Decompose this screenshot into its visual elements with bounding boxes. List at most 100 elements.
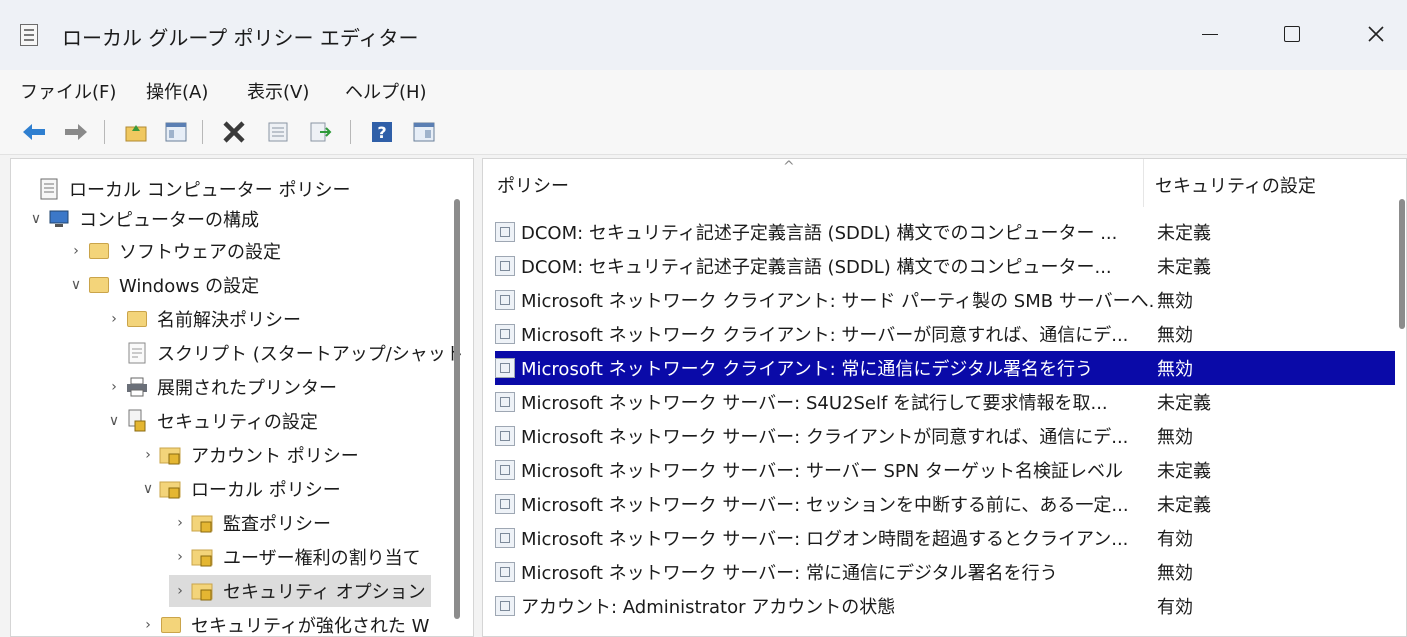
maximize-button[interactable] [1262, 12, 1322, 56]
policy-name: アカウント: Administrator アカウントの状態 [521, 597, 896, 618]
tree-item-label: セキュリティ オプション [223, 582, 426, 603]
chevron-right-icon[interactable]: › [169, 583, 191, 599]
chevron-right-icon[interactable]: › [65, 243, 87, 259]
policy-name: Microsoft ネットワーク サーバー: ログオン時間を超過するとクライアン… [521, 529, 1129, 550]
tree-item-label: コンピューターの構成 [79, 210, 259, 231]
chevron-right-icon[interactable]: › [103, 311, 125, 327]
policy-item-icon [495, 392, 515, 412]
table-row[interactable]: アカウント: Administrator アカウントの状態 有効 [495, 589, 1395, 623]
security-folder-icon [159, 478, 183, 500]
policy-setting: 未定義 [1157, 223, 1211, 244]
policy-item-icon [495, 562, 515, 582]
forward-button[interactable] [62, 118, 90, 146]
help-button[interactable]: ? [368, 118, 396, 146]
table-row-selected[interactable]: Microsoft ネットワーク クライアント: 常に通信にデジタル署名を行う … [495, 351, 1395, 385]
security-folder-icon [159, 444, 183, 466]
chevron-right-icon[interactable]: › [137, 617, 159, 633]
tree-item-label: 展開されたプリンター [157, 378, 337, 399]
tree-item-local-policy[interactable]: ∨ ローカル ポリシー [137, 473, 341, 505]
policy-item-icon [495, 596, 515, 616]
chevron-down-icon[interactable]: ∨ [103, 413, 125, 429]
table-row[interactable]: Microsoft ネットワーク サーバー: 常に通信にデジタル署名を行う 無効 [495, 555, 1395, 589]
export-list-button[interactable] [306, 118, 334, 146]
column-header-policy[interactable]: ポリシー [497, 165, 1137, 205]
policy-item-icon [495, 460, 515, 480]
show-hide-tree-button[interactable] [162, 118, 190, 146]
tree-item-scripts[interactable]: スクリプト (スタートアップ/シャット [103, 337, 464, 369]
extended-view-button[interactable] [410, 118, 438, 146]
policy-item-icon [495, 426, 515, 446]
tree-pane: ローカル コンピューター ポリシー ∨ コンピューターの構成 › ソフトウェアの… [10, 158, 474, 637]
extended-view-icon [413, 122, 435, 142]
maximize-icon [1284, 26, 1300, 42]
minimize-button[interactable] [1180, 12, 1240, 56]
policy-setting: 無効 [1157, 325, 1193, 346]
properties-button[interactable] [264, 118, 292, 146]
tree-item-windows-settings[interactable]: ∨ Windows の設定 [65, 269, 259, 301]
table-row[interactable]: Microsoft ネットワーク サーバー: クライアントが同意すれば、通信にデ… [495, 419, 1395, 453]
policy-setting: 無効 [1157, 563, 1193, 584]
policy-name: Microsoft ネットワーク サーバー: サーバー SPN ターゲット名検証… [521, 461, 1123, 482]
tree-item-audit-policy[interactable]: › 監査ポリシー [169, 507, 331, 539]
chevron-down-icon[interactable]: ∨ [137, 481, 159, 497]
tree-item-computer-config[interactable]: ∨ コンピューターの構成 [25, 203, 259, 235]
tree-item-user-rights-assignment[interactable]: › ユーザー権利の割り当て [169, 541, 420, 573]
tree-item-deployed-printers[interactable]: › 展開されたプリンター [103, 371, 337, 403]
chevron-down-icon[interactable]: ∨ [25, 211, 47, 227]
tree-item-label: アカウント ポリシー [191, 446, 359, 467]
tree-item-local-computer-policy[interactable]: ローカル コンピューター ポリシー [15, 173, 350, 205]
menu-action[interactable]: 操作(A) [146, 78, 208, 104]
table-row[interactable]: Microsoft ネットワーク サーバー: ログオン時間を超過するとクライアン… [495, 521, 1395, 555]
tree-item-security-settings[interactable]: ∨ セキュリティの設定 [103, 405, 318, 437]
table-row[interactable]: DCOM: セキュリティ記述子定義言語 (SDDL) 構文でのコンピューター .… [495, 215, 1395, 249]
delete-icon [223, 121, 245, 143]
tree-item-software-settings[interactable]: › ソフトウェアの設定 [65, 235, 281, 267]
list-scrollbar[interactable] [1399, 199, 1405, 329]
menu-file[interactable]: ファイル(F) [20, 78, 116, 104]
column-header-security-setting[interactable]: セキュリティの設定 [1155, 165, 1316, 205]
app-icon [20, 24, 38, 46]
up-folder-icon [125, 125, 147, 142]
table-row[interactable]: Microsoft ネットワーク サーバー: セッションを中断する前に、ある一定… [495, 487, 1395, 521]
tree-item-label: スクリプト (スタートアップ/シャット [157, 344, 464, 365]
policy-list-pane: ^ ポリシー セキュリティの設定 DCOM: セキュリティ記述子定義言語 (SD… [482, 158, 1407, 637]
forward-arrow-icon [65, 124, 87, 140]
up-level-button[interactable] [122, 118, 150, 146]
close-button[interactable] [1346, 12, 1406, 56]
table-row[interactable]: Microsoft ネットワーク クライアント: サード パーティ製の SMB … [495, 283, 1395, 317]
chevron-right-icon[interactable]: › [137, 447, 159, 463]
chevron-right-icon[interactable]: › [169, 515, 191, 531]
policy-setting: 有効 [1157, 597, 1193, 618]
back-button[interactable] [20, 118, 48, 146]
menu-view[interactable]: 表示(V) [247, 78, 309, 104]
folder-icon [125, 308, 149, 330]
table-row[interactable]: Microsoft ネットワーク サーバー: サーバー SPN ターゲット名検証… [495, 453, 1395, 487]
export-list-icon [310, 122, 332, 142]
policy-name: Microsoft ネットワーク サーバー: クライアントが同意すれば、通信にデ… [521, 427, 1129, 448]
tree-item-advanced-security[interactable]: › セキュリティが強化された W [137, 609, 429, 636]
security-folder-icon [191, 580, 215, 602]
help-icon: ? [372, 122, 392, 142]
policy-item-icon [495, 222, 515, 242]
policy-setting: 未定義 [1157, 495, 1211, 516]
policy-setting: 無効 [1157, 359, 1193, 380]
table-row[interactable]: Microsoft ネットワーク サーバー: S4U2Self を試行して要求情… [495, 385, 1395, 419]
menu-help[interactable]: ヘルプ(H) [345, 78, 427, 104]
chevron-right-icon[interactable]: › [169, 549, 191, 565]
delete-button[interactable] [220, 118, 248, 146]
chevron-down-icon[interactable]: ∨ [65, 277, 87, 293]
tree-item-security-options[interactable]: › セキュリティ オプション [169, 575, 431, 607]
tree-item-account-policy[interactable]: › アカウント ポリシー [137, 439, 359, 471]
chevron-right-icon[interactable]: › [103, 379, 125, 395]
folder-icon [87, 240, 111, 262]
tree-item-name-resolution-policy[interactable]: › 名前解決ポリシー [103, 303, 301, 335]
table-row[interactable]: DCOM: セキュリティ記述子定義言語 (SDDL) 構文でのコンピューター..… [495, 249, 1395, 283]
folder-icon [159, 614, 183, 636]
policy-name: DCOM: セキュリティ記述子定義言語 (SDDL) 構文でのコンピューター..… [521, 257, 1112, 278]
policy-setting: 無効 [1157, 427, 1193, 448]
properties-icon [268, 122, 288, 142]
tree-scrollbar[interactable] [454, 199, 460, 619]
policy-name: Microsoft ネットワーク クライアント: サード パーティ製の SMB … [521, 291, 1155, 312]
window-title: ローカル グループ ポリシー エディター [62, 26, 419, 50]
table-row[interactable]: Microsoft ネットワーク クライアント: サーバーが同意すれば、通信にデ… [495, 317, 1395, 351]
